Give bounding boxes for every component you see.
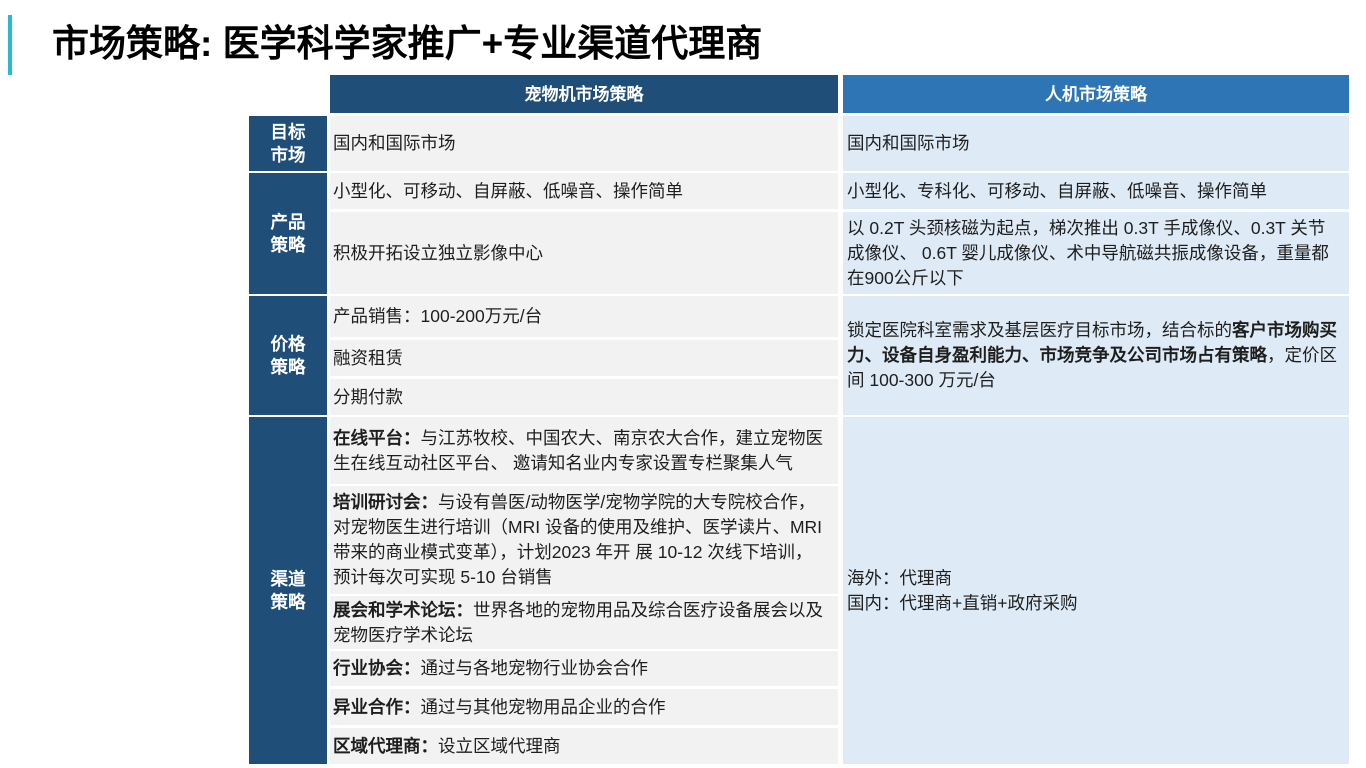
pet-channel-regional-agent: 区域代理商：设立区域代理商	[330, 728, 838, 764]
cell-text: 在线平台：与江苏牧校、中国农大、南京农大合作，建立宠物医生在线互动社区平台、 邀…	[333, 426, 828, 476]
pet-channel-exhibition-forum: 展会和学术论坛：世界各地的宠物用品及综合医疗设备展会以及宠物医疗学术论坛	[330, 596, 838, 649]
channel-domestic-line: 国内：代理商+直销+政府采购	[847, 592, 1078, 613]
cell-text: 展会和学术论坛：世界各地的宠物用品及综合医疗设备展会以及宠物医疗学术论坛	[333, 598, 828, 648]
channel-item-text: 通过与其他宠物用品企业的合作	[420, 696, 666, 717]
header-human-strategy-label: 人机市场策略	[1045, 84, 1147, 104]
cell-text: 行业协会：通过与各地宠物行业协会合作	[333, 656, 828, 681]
cell-text: 积极开拓设立独立影像中心	[333, 242, 543, 263]
cell-text: 异业合作：通过与其他宠物用品企业的合作	[333, 695, 828, 720]
cell-text: 小型化、专科化、可移动、自屏蔽、低噪音、操作简单	[847, 180, 1267, 201]
row-label-target-market: 目标市场	[249, 116, 327, 171]
channel-item-label: 行业协会：	[333, 658, 421, 678]
human-product-cell: 小型化、专科化、可移动、自屏蔽、低噪音、操作简单	[843, 173, 1349, 209]
pet-price-cell: 产品销售：100-200万元/台	[330, 296, 838, 337]
header-pet-strategy: 宠物机市场策略	[330, 75, 838, 113]
cell-text: 国内和国际市场	[333, 133, 456, 153]
pet-product-cell: 小型化、可移动、自屏蔽、低噪音、操作简单	[330, 173, 838, 209]
channel-item-label: 培训研讨会：	[333, 492, 438, 512]
header-human-strategy: 人机市场策略	[843, 75, 1349, 113]
row-label-text: 价格策略	[270, 333, 306, 377]
row-label-price-strategy: 价格策略	[249, 296, 327, 415]
cell-text: 区域代理商：设立区域代理商	[333, 734, 828, 759]
row-label-product-strategy: 产品策略	[249, 173, 327, 294]
pet-channel-industry-association: 行业协会：通过与各地宠物行业协会合作	[330, 651, 838, 686]
header-pet-strategy-label: 宠物机市场策略	[524, 84, 644, 104]
cell-text: 国内和国际市场	[847, 133, 970, 153]
human-price-cell: 锁定医院科室需求及基层医疗目标市场，结合标的客户市场购买力、设备自身盈利能力、市…	[843, 296, 1349, 415]
pet-channel-training-seminar: 培训研讨会：与设有兽医/动物医学/宠物学院的大专院校合作，对宠物医生进行培训（M…	[330, 486, 838, 594]
pet-channel-cross-industry: 异业合作：通过与其他宠物用品企业的合作	[330, 689, 838, 725]
human-product-cell: 以 0.2T 头颈核磁为起点，梯次推出 0.3T 手成像仪、0.3T 关节成像仪…	[843, 212, 1349, 294]
pet-target-market-cell: 国内和国际市场	[330, 116, 838, 171]
channel-item-label: 在线平台：	[333, 427, 421, 448]
channel-item-label: 异业合作：	[333, 696, 421, 717]
title-accent-bar	[8, 15, 12, 75]
channel-overseas-line: 海外：代理商	[847, 567, 952, 588]
channel-item-label: 区域代理商：	[333, 735, 438, 756]
human-channel-cell: 海外：代理商 国内：代理商+直销+政府采购	[843, 417, 1349, 764]
cell-text: 锁定医院科室需求及基层医疗目标市场，结合标的客户市场购买力、设备自身盈利能力、市…	[847, 318, 1341, 393]
page-title: 市场策略: 医学科学家推广+专业渠道代理商	[52, 23, 763, 64]
pet-price-cell: 融资租赁	[330, 340, 838, 376]
channel-item-text: 设立区域代理商	[438, 735, 561, 756]
cell-text: 融资租赁	[333, 347, 403, 368]
cell-text: 海外：代理商 国内：代理商+直销+政府采购	[847, 566, 1341, 616]
row-label-channel-strategy: 渠道策略	[249, 417, 327, 764]
cell-text: 小型化、可移动、自屏蔽、低噪音、操作简单	[333, 180, 683, 201]
price-text-before: 锁定医院科室需求及基层医疗目标市场，结合标的	[847, 320, 1232, 340]
pet-price-cell: 分期付款	[330, 379, 838, 415]
cell-text: 培训研讨会：与设有兽医/动物医学/宠物学院的大专院校合作，对宠物医生进行培训（M…	[333, 490, 828, 590]
human-target-market-cell: 国内和国际市场	[843, 116, 1349, 171]
channel-item-text: 通过与各地宠物行业协会合作	[420, 658, 649, 678]
cell-text: 产品销售：100-200万元/台	[333, 306, 543, 326]
cell-text: 分期付款	[333, 386, 403, 407]
row-label-text: 目标市场	[270, 121, 306, 165]
channel-item-label: 展会和学术论坛：	[333, 599, 473, 620]
row-label-text: 渠道策略	[270, 568, 306, 612]
row-label-text: 产品策略	[270, 211, 306, 255]
pet-product-cell: 积极开拓设立独立影像中心	[330, 212, 838, 294]
pet-channel-online-platform: 在线平台：与江苏牧校、中国农大、南京农大合作，建立宠物医生在线互动社区平台、 邀…	[330, 417, 838, 484]
cell-text: 以 0.2T 头颈核磁为起点，梯次推出 0.3T 手成像仪、0.3T 关节成像仪…	[847, 217, 1329, 288]
